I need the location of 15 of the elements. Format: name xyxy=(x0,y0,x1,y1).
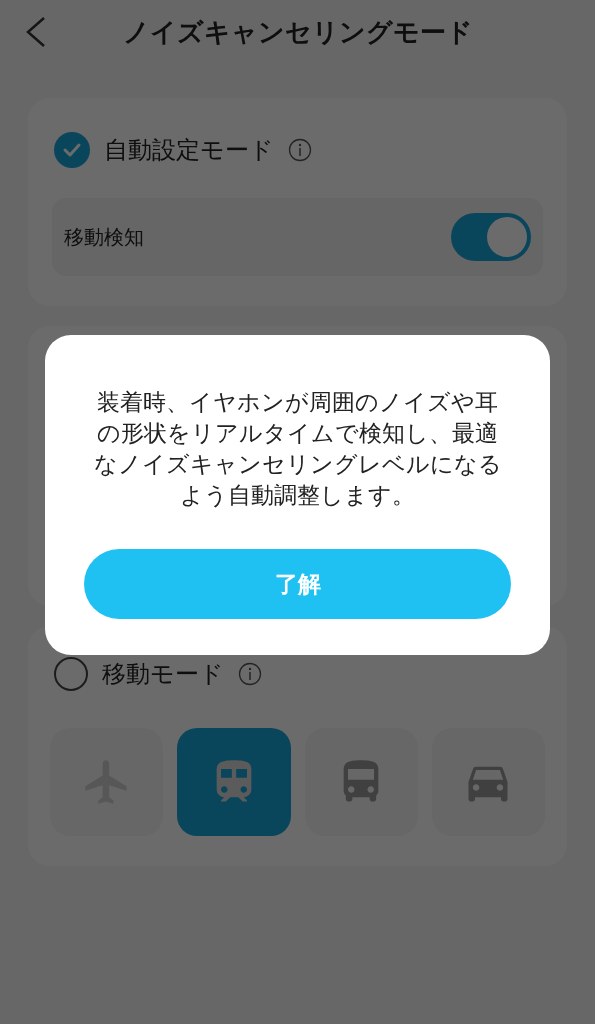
setting-label: 移動検知 xyxy=(64,225,144,250)
toggle-switch[interactable] xyxy=(451,213,531,261)
vehicle-button[interactable] xyxy=(177,728,291,836)
info-icon[interactable] xyxy=(288,138,312,162)
option-label: 自動設定モード xyxy=(104,135,274,165)
ok-button[interactable]: 了解 xyxy=(84,549,511,619)
check-icon xyxy=(62,142,82,158)
checkbox[interactable] xyxy=(54,657,88,691)
option-label: 移動モード xyxy=(102,659,224,689)
dialog-message: 装着時、イヤホンが周囲のノイズや耳の形状をリアルタイムで検知し、最適なノイズキャンセリングレベルになるよう自動調整します。 xyxy=(92,388,503,510)
vehicle-button[interactable] xyxy=(304,728,418,836)
page-title: ノイズキャンセリングモード xyxy=(122,15,473,49)
checkbox[interactable] xyxy=(54,132,90,168)
info-icon[interactable] xyxy=(238,662,262,686)
vehicle-button[interactable] xyxy=(431,728,545,836)
